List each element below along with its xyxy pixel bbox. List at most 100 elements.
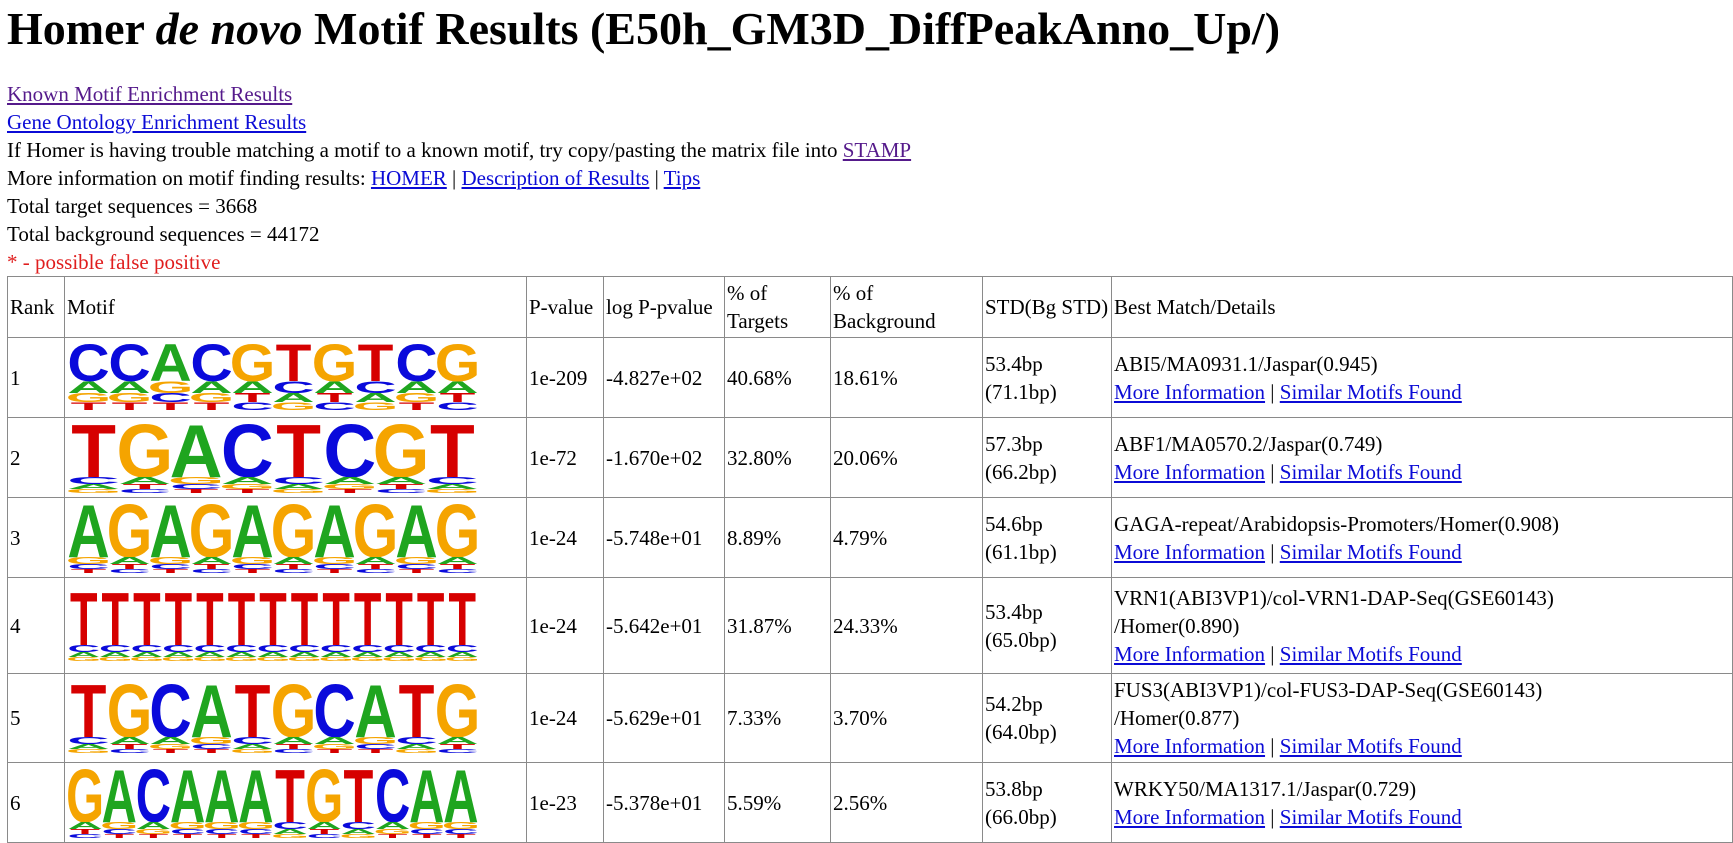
similar-motifs-link[interactable]: Similar Motifs Found bbox=[1280, 380, 1462, 404]
motif-letter: T bbox=[225, 488, 270, 493]
header-targets: % of Targets bbox=[724, 276, 831, 338]
motif-logo: TCAG TCAG TCAG TCAG TCAG TCAG TCAG TCAG TCAG TCAG… bbox=[68, 591, 478, 661]
motif-letter: G bbox=[270, 488, 327, 493]
similar-motifs-link[interactable]: Similar Motifs Found bbox=[1280, 540, 1462, 564]
stamp-link[interactable]: STAMP bbox=[843, 138, 911, 162]
motif-letter: C bbox=[108, 567, 150, 572]
motif-letter: G bbox=[350, 655, 385, 660]
motif-letter: T bbox=[328, 488, 373, 493]
std-cell: 53.4bp (65.0bp) bbox=[982, 577, 1112, 674]
targets-cell: 5.59% bbox=[724, 762, 831, 843]
motif-letter: G bbox=[161, 655, 196, 660]
motif-letter: C bbox=[313, 399, 355, 411]
separator: | bbox=[1270, 539, 1275, 564]
pvalue-cell: 1e-209 bbox=[526, 337, 604, 418]
targets-cell: 32.80% bbox=[724, 417, 831, 498]
motif-letter: C bbox=[436, 567, 478, 572]
motif-letter: C bbox=[272, 567, 314, 572]
motif-letter: C bbox=[231, 399, 273, 411]
bg-std-value: (61.1bp) bbox=[985, 539, 1057, 564]
table-header-row: Rank Motif P-value log P-pvalue % of Tar… bbox=[7, 276, 1733, 338]
header-pvalue: P-value bbox=[526, 276, 604, 338]
tips-link[interactable]: Tips bbox=[664, 166, 701, 190]
total-target: Total target sequences = 3668 bbox=[7, 194, 258, 218]
more-information-link[interactable]: More Information bbox=[1114, 380, 1265, 404]
motif-letter: G bbox=[68, 748, 111, 753]
motif-cell: TCAGGATCCAGTAGCTTCAGGATCCAGTAGCTTCAGGATC bbox=[64, 673, 527, 763]
motif-letter: G bbox=[339, 833, 377, 838]
motif-letter: G bbox=[445, 655, 478, 660]
more-information-link[interactable]: More Information bbox=[1114, 540, 1265, 564]
best-match-text: FUS3(ABI3VP1)/col-FUS3-DAP-Seq(GSE60143) bbox=[1114, 678, 1543, 702]
table-row: 2 T C A G G A T C A G C T C A G T T C A G C A G T G A T C T C A G 1e-72 -1… bbox=[7, 417, 1733, 498]
similar-motifs-link[interactable]: Similar Motifs Found bbox=[1280, 460, 1462, 484]
more-information-link[interactable]: More Information bbox=[1114, 642, 1265, 666]
stamp-line: If Homer is having trouble matching a mo… bbox=[7, 136, 1733, 164]
std-value: 53.4bp bbox=[985, 599, 1043, 624]
header-motif: Motif bbox=[64, 276, 527, 338]
motif-letter: C bbox=[375, 488, 428, 493]
logp-cell: -1.670e+02 bbox=[603, 417, 725, 498]
motif-letter: C bbox=[68, 833, 103, 838]
title-homer: Homer bbox=[7, 3, 145, 54]
motif-letter: T bbox=[194, 748, 230, 753]
table-row: 5TCAGGATCCAGTAGCTTCAGGATCCAGTAGCTTCAGGAT… bbox=[7, 673, 1733, 763]
motif-letter: T bbox=[194, 399, 230, 411]
bg-std-value: (66.0bp) bbox=[985, 804, 1057, 829]
detail-links: More Information | Similar Motifs Found bbox=[1114, 378, 1730, 406]
false-positive-note: * - possible false positive bbox=[7, 250, 221, 274]
motif-letter: C bbox=[108, 748, 150, 753]
pvalue-cell: 1e-24 bbox=[526, 673, 604, 763]
best-match-cell: WRKY50/MA1317.1/Jaspar(0.729) More Inform… bbox=[1111, 762, 1733, 843]
detail-links: More Information | Similar Motifs Found bbox=[1114, 458, 1730, 486]
gene-ontology-link[interactable]: Gene Ontology Enrichment Results bbox=[7, 110, 306, 134]
best-match-text: VRN1(ABI3VP1)/col-VRN1-DAP-Seq(GSE60143) bbox=[1114, 585, 1554, 610]
separator: | bbox=[1270, 459, 1275, 484]
motif-letter: G bbox=[98, 655, 133, 660]
best-match-text: GAGA-repeat/Arabidopsis-Promoters/Homer(… bbox=[1114, 511, 1559, 536]
targets-cell: 40.68% bbox=[724, 337, 831, 418]
rank-cell: 4 bbox=[7, 577, 65, 674]
motif-letter: T bbox=[358, 748, 394, 753]
motif-cell: AGCTGATCAGCTGATCAGCTGATCAGCTGATCAGCTGATC bbox=[64, 497, 527, 578]
motif-letter: C bbox=[436, 748, 478, 753]
best-match-text-cont: /Homer(0.890) bbox=[1114, 613, 1240, 638]
motif-letter: C bbox=[118, 488, 171, 493]
homer-link[interactable]: HOMER bbox=[371, 166, 447, 190]
std-value: 53.4bp bbox=[985, 351, 1043, 376]
rank-cell: 6 bbox=[7, 762, 65, 843]
known-motif-link[interactable]: Known Motif Enrichment Results bbox=[7, 82, 292, 106]
more-info-text: More information on motif finding result… bbox=[7, 166, 366, 190]
detail-links: More Information | Similar Motifs Found bbox=[1114, 803, 1730, 831]
description-link[interactable]: Description of Results bbox=[462, 166, 650, 190]
motif-letter: T bbox=[71, 567, 107, 572]
bg-std-value: (66.2bp) bbox=[985, 459, 1057, 484]
pvalue-cell: 1e-24 bbox=[526, 497, 604, 578]
bg-std-value: (64.0bp) bbox=[985, 720, 1057, 744]
similar-motifs-link[interactable]: Similar Motifs Found bbox=[1280, 734, 1462, 758]
header-std: STD(Bg STD) bbox=[982, 276, 1112, 338]
logp-cell: -5.629e+01 bbox=[603, 673, 725, 763]
rank-cell: 5 bbox=[7, 673, 65, 763]
more-information-link[interactable]: More Information bbox=[1114, 734, 1265, 758]
separator: | bbox=[1270, 379, 1275, 404]
motif-logo: CAGTCAGTAGCTCAGTGATCTCAGGATCTCAGCAGTGATC bbox=[68, 343, 478, 412]
more-information-link[interactable]: More Information bbox=[1114, 805, 1265, 829]
motif-letter: G bbox=[413, 655, 448, 660]
rank-cell: 3 bbox=[7, 497, 65, 578]
stamp-text: If Homer is having trouble matching a mo… bbox=[7, 138, 838, 162]
more-information-link[interactable]: More Information bbox=[1114, 460, 1265, 484]
motif-letter: T bbox=[153, 567, 189, 572]
background-cell: 18.61% bbox=[830, 337, 983, 418]
motif-letter: G bbox=[68, 488, 122, 493]
similar-motifs-link[interactable]: Similar Motifs Found bbox=[1280, 642, 1462, 666]
detail-links: More Information | Similar Motifs Found bbox=[1114, 732, 1730, 760]
motif-letter: G bbox=[319, 655, 354, 660]
table-row: 3AGCTGATCAGCTGATCAGCTGATCAGCTGATCAGCTGAT… bbox=[7, 497, 1733, 578]
similar-motifs-link[interactable]: Similar Motifs Found bbox=[1280, 805, 1462, 829]
motif-logo: TCAGGATCAGCT CAGT TCAGCAGT GATC TCAG bbox=[68, 423, 478, 493]
header-logp: log P-pvalue bbox=[603, 276, 725, 338]
motif-letter: T bbox=[139, 833, 169, 838]
motif-letter: T bbox=[153, 748, 189, 753]
motif-letter: G bbox=[224, 655, 259, 660]
